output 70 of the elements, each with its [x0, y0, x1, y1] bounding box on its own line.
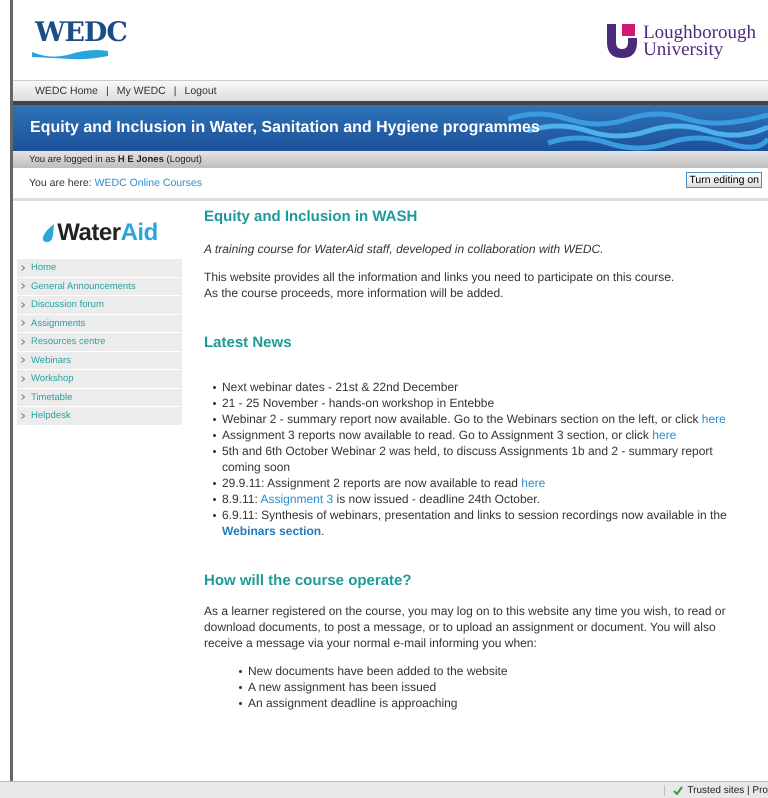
bullet-icon [213, 434, 216, 437]
intro-text: This website provides all the information and links you need to participate on this course. [204, 269, 676, 285]
chevron-icon [21, 283, 25, 290]
sidebar-item[interactable]: Resources centre [17, 333, 182, 352]
list-item: New documents have been added to the website [248, 663, 508, 679]
list-item: An assignment deadline is approaching [248, 695, 458, 711]
news-item: 5th and 6th October Webinar 2 was held, to discuss Assignments 1b and 2 - summary report coming soon [222, 443, 714, 475]
edit-button[interactable]: Turn editing on [686, 172, 762, 188]
nav-separator: | [174, 85, 176, 97]
list-item: A new assignment has been issued [248, 679, 436, 695]
chevron-icon [21, 264, 25, 271]
site-logo[interactable]: WEDC [31, 18, 127, 48]
intro-text: As the course proceeds, more information will be added. [204, 285, 504, 301]
sidebar-item[interactable]: Webinars [17, 352, 182, 370]
drop-icon [41, 223, 56, 243]
security-zone: Trusted sites | Pro [687, 784, 768, 796]
university-name: Loughborough University [643, 24, 756, 58]
news-item: 21 - 25 November - hands-on workshop in Entebbe [222, 395, 494, 411]
news-item: 8.9.11: Assignment 3 is now issued - deadline 24th October. [222, 491, 540, 507]
chevron-icon [21, 320, 25, 326]
sidebar-item[interactable]: General Announcements [17, 278, 182, 296]
chevron-icon [21, 357, 25, 364]
breadcrumb-link[interactable]: WEDC Online Courses [94, 177, 202, 189]
bullet-icon [213, 498, 216, 501]
chevron-icon [21, 376, 25, 382]
bullet-icon [213, 418, 216, 421]
sidebar-item[interactable]: Home [17, 259, 182, 278]
breadcrumb-label: You are here: [29, 177, 92, 189]
login-status: You are logged in as H E Jones (Logout) [29, 154, 202, 165]
news-item: 6.9.11: Synthesis of webinars, presentation and links to session recordings now available in the Webinars section. [222, 507, 728, 539]
news-link[interactable]: here [521, 476, 546, 490]
course-title: Equity and Inclusion in Water, Sanitation and Hygiene programmes [29, 119, 540, 137]
shield-logo-icon [607, 24, 638, 58]
chevron-icon [21, 394, 25, 400]
nav-separator: | [106, 85, 109, 97]
wave-icon [31, 48, 109, 62]
sidebar-item[interactable]: Timetable [17, 388, 182, 407]
sidebar-item[interactable]: Assignments [17, 314, 182, 333]
bullet-icon [213, 386, 216, 389]
news-item: Next webinar dates - 21st & 22nd December [222, 379, 458, 395]
nav-link[interactable]: WEDC Home [35, 85, 98, 97]
news-link[interactable]: here [652, 428, 676, 442]
section-heading: Latest News [204, 335, 293, 351]
chevron-icon [21, 338, 25, 345]
nav-link[interactable]: My WEDC [116, 85, 166, 97]
news-link[interactable]: Assignment 3 [260, 492, 334, 506]
sidebar-item[interactable]: Workshop [17, 370, 182, 388]
sidebar-item[interactable]: Helpdesk [17, 407, 182, 426]
section-heading: How will the course operate? [204, 573, 413, 589]
bullet-icon [213, 402, 216, 405]
page-heading: Equity and Inclusion in WASH [204, 209, 418, 225]
news-link[interactable]: here [702, 412, 726, 426]
bullet-icon [239, 670, 242, 673]
bullet-icon [239, 686, 242, 689]
bullet-icon [213, 450, 216, 453]
check-icon [673, 786, 684, 794]
nav-link[interactable]: Logout [184, 85, 217, 97]
news-item: Webinar 2 - summary report now available. Go to the Webinars section on the left, or click here [222, 411, 726, 427]
news-link[interactable]: Webinars section [222, 524, 322, 538]
bullet-icon [213, 482, 216, 485]
bullet-icon [239, 702, 242, 705]
news-item: Assignment 3 reports now available to read. Go to Assignment 3 section, or click here [222, 427, 676, 443]
sidebar-item[interactable]: Discussion forum [17, 296, 182, 314]
news-item: 29.9.11: Assignment 2 reports are now available to read here [222, 475, 546, 491]
wateraid-logo: WaterAid [57, 219, 158, 247]
chevron-icon [21, 412, 25, 419]
course-tagline: A training course for WaterAid staff, developed in collaboration with WEDC. [204, 241, 605, 257]
bullet-icon [213, 514, 216, 517]
chevron-icon [21, 302, 25, 308]
body-text: As a learner registered on the course, you may log on to this website any time you wish, to read or download documents, to post a message, or to upload an assignment or document. You will also receive a message via your normal e-mail informing you when: [204, 603, 727, 651]
